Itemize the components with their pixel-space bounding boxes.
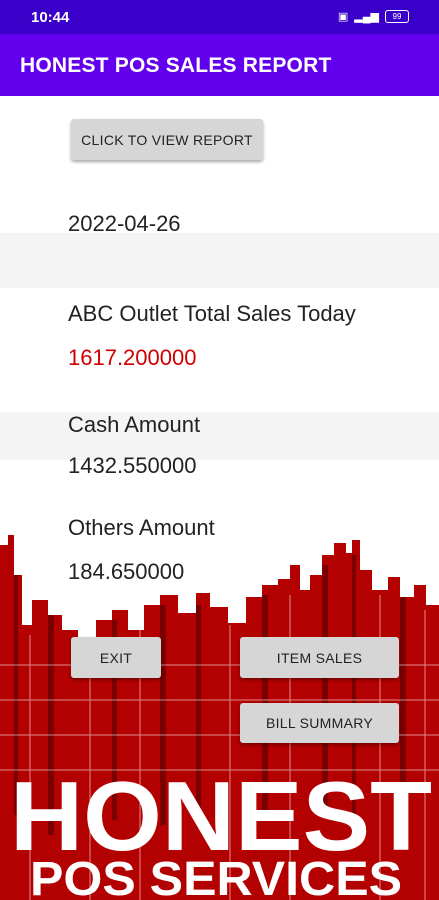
cash-amount-value: 1432.550000 — [68, 453, 197, 478]
total-sales-value: 1617.200000 — [68, 345, 197, 370]
divider-band-2 — [0, 412, 439, 460]
exit-button[interactable]: EXIT — [71, 637, 161, 678]
battery-icon: 99 — [385, 10, 409, 23]
bill-summary-button[interactable]: BILL SUMMARY — [240, 703, 399, 743]
brand-pos-services-text: POS SERVICES — [30, 853, 402, 900]
app-title: HONEST POS SALES REPORT — [20, 54, 332, 77]
status-icons: ▣ ▂▄▆ 99 — [338, 10, 409, 23]
others-amount-value: 184.650000 — [68, 559, 185, 584]
view-report-button[interactable]: CLICK TO VIEW REPORT — [71, 119, 263, 160]
others-amount-label: Others Amount — [68, 515, 215, 540]
sim-icon: ▣ — [337, 11, 349, 23]
app-bar: HONEST POS SALES REPORT — [0, 34, 439, 96]
signal-icon: ▂▄▆ — [354, 11, 379, 23]
item-sales-button[interactable]: ITEM SALES — [240, 637, 399, 678]
status-bar: 10:44 ▣ ▂▄▆ 99 — [0, 0, 439, 34]
cash-amount-label: Cash Amount — [68, 412, 201, 437]
battery-level: 99 — [392, 12, 402, 21]
status-time: 10:44 — [31, 9, 70, 26]
divider-band — [0, 233, 439, 288]
total-sales-label: ABC Outlet Total Sales Today — [68, 301, 356, 326]
